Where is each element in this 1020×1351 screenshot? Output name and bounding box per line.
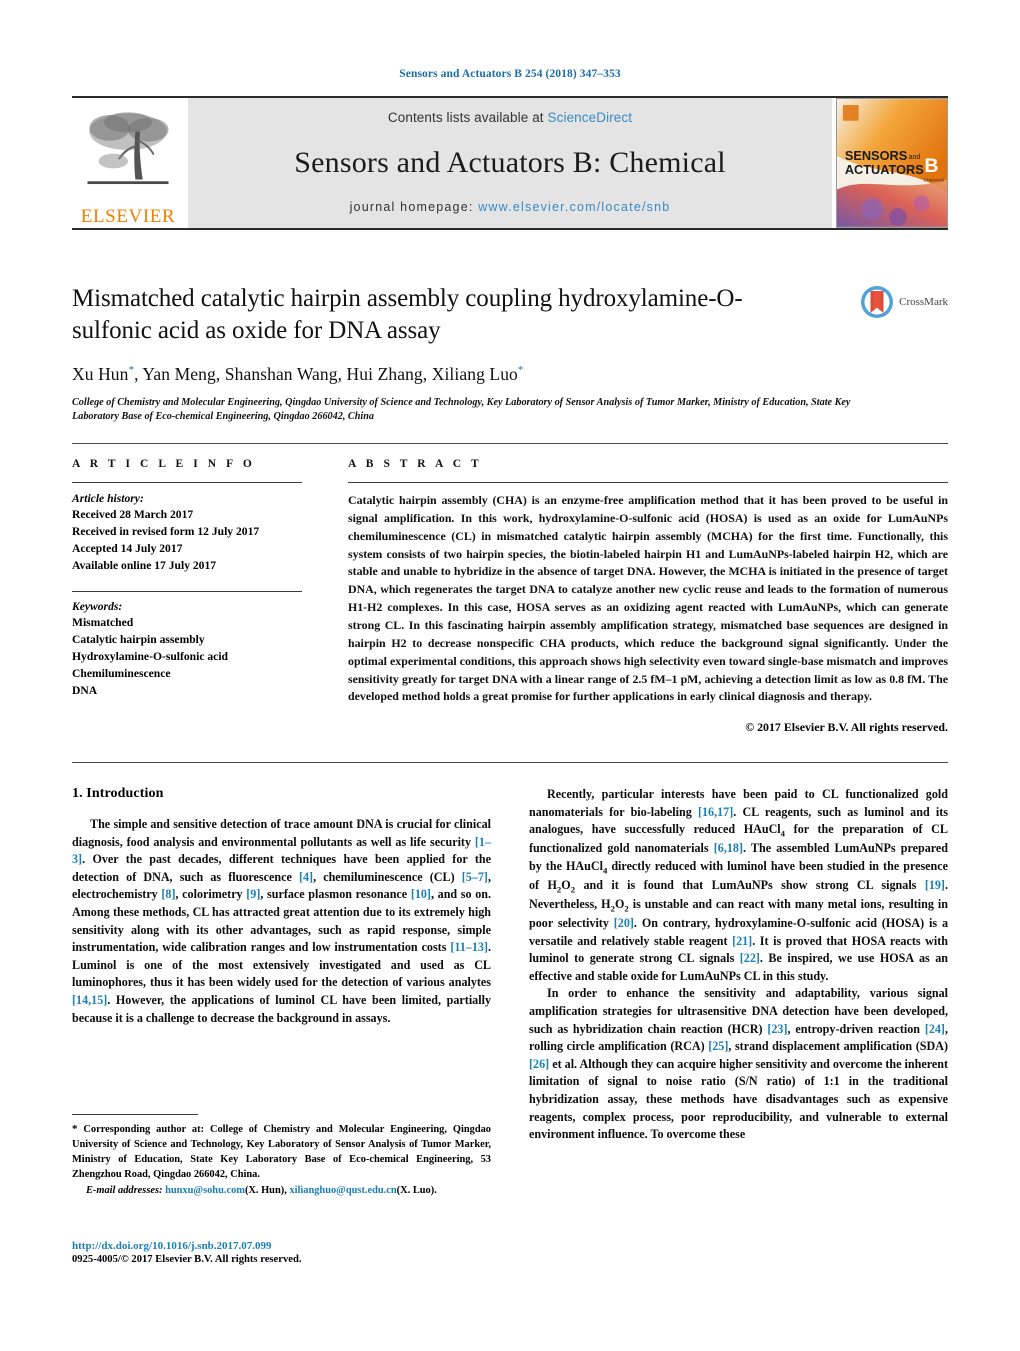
keyword-item: Catalytic hairpin assembly [72, 632, 205, 646]
email-addresses-line: E-mail addresses: hunxu@sohu.com(X. Hun)… [86, 1184, 437, 1196]
sciencedirect-link[interactable]: ScienceDirect [548, 110, 633, 125]
keyword-item: Hydroxylamine-O-sulfonic acid [72, 649, 228, 663]
doi-link[interactable]: http://dx.doi.org/10.1016/j.snb.2017.07.… [72, 1240, 512, 1252]
email-link-2[interactable]: xilianghuo@qust.edu.cn [289, 1185, 396, 1196]
keyword-item: Mismatched [72, 615, 134, 629]
history-item: Accepted 14 July 2017 [72, 542, 183, 556]
cover-art-icon: SENSORS and ACTUATORS B Chemical [837, 99, 947, 227]
journal-band: Contents lists available at ScienceDirec… [188, 98, 832, 228]
svg-text:B: B [924, 155, 938, 177]
elsevier-tree-icon [87, 112, 169, 185]
abstract-text: Catalytic hairpin assembly (CHA) is an e… [348, 493, 948, 704]
homepage-prefix: journal homepage: [349, 200, 479, 214]
abstract-column: A B S T R A C T Catalytic hairpin assemb… [322, 458, 948, 735]
author-names: Xu Hun*, Yan Meng, Shanshan Wang, Hui Zh… [72, 364, 524, 384]
crossmark-label: CrossMark [899, 296, 948, 308]
email-person-1: (X. Hun) [244, 1184, 285, 1196]
right-column: Recently, particular interests have been… [529, 786, 948, 1144]
svg-text:and: and [909, 154, 921, 161]
issn-copyright-line: 0925-4005/© 2017 Elsevier B.V. All right… [72, 1254, 302, 1265]
svg-text:SENSORS: SENSORS [845, 148, 907, 163]
keywords-rule [72, 590, 302, 592]
email-label: E-mail addresses: [86, 1184, 163, 1196]
paragraph: In order to enhance the sensitivity and … [529, 986, 948, 1142]
journal-masthead: ELSEVIER Contents lists available at Sci… [72, 96, 948, 228]
paper-page: Sensors and Actuators B 254 (2018) 347–3… [0, 0, 1020, 1351]
title-block: Mismatched catalytic hairpin assembly co… [72, 283, 948, 425]
info-top-rule [72, 443, 948, 444]
elsevier-logo: ELSEVIER [72, 98, 184, 228]
elsevier-wordmark: ELSEVIER [80, 206, 176, 227]
article-history-label: Article history: [72, 492, 144, 505]
history-item: Received 28 March 2017 [72, 508, 194, 521]
section-heading-introduction: 1. Introduction [72, 786, 164, 801]
body-columns: 1. Introduction The simple and sensitive… [72, 786, 948, 1144]
email-link-1[interactable]: hunxu@sohu.com [165, 1185, 245, 1196]
article-info-heading: A R T I C L E I N F O [72, 458, 256, 470]
crossmark-badge[interactable]: CrossMark [860, 285, 948, 319]
author-list: Xu Hun*, Yan Meng, Shanshan Wang, Hui Zh… [72, 364, 948, 385]
left-column: 1. Introduction The simple and sensitive… [72, 786, 491, 1144]
keyword-item: Chemiluminescence [72, 667, 171, 681]
history-item: Received in revised form 12 July 2017 [72, 525, 260, 539]
page-title: Mismatched catalytic hairpin assembly co… [72, 285, 743, 344]
masthead-bottom-rule [72, 228, 948, 231]
abstract-rule [348, 482, 948, 483]
abstract-copyright: © 2017 Elsevier B.V. All rights reserved… [745, 720, 948, 735]
contents-prefix: Contents lists available at [387, 110, 548, 125]
article-info-column: A R T I C L E I N F O Article history: R… [72, 458, 322, 735]
homepage-link[interactable]: www.elsevier.com/locate/snb [478, 200, 670, 214]
footnote-rule [72, 1114, 198, 1115]
svg-text:Chemical: Chemical [923, 178, 943, 184]
article-info-rule [72, 482, 302, 483]
keyword-item: DNA [72, 684, 98, 698]
journal-homepage-line: journal homepage: www.elsevier.com/locat… [350, 200, 671, 214]
affiliation-text: College of Chemistry and Molecular Engin… [72, 397, 851, 423]
paragraph: Recently, particular interests have been… [529, 787, 949, 983]
journal-title: Sensors and Actuators B: Chemical [294, 145, 726, 179]
doi-block: http://dx.doi.org/10.1016/j.snb.2017.07.… [72, 1240, 512, 1265]
info-abstract-section: A R T I C L E I N F O Article history: R… [72, 458, 948, 735]
paragraph: The simple and sensitive detection of tr… [72, 817, 491, 1025]
journal-cover-thumbnail: SENSORS and ACTUATORS B Chemical [836, 98, 948, 228]
corresponding-author-footnote: * Corresponding author at: College of Ch… [72, 1114, 491, 1199]
history-item: Available online 17 July 2017 [72, 559, 217, 573]
running-head: Sensors and Actuators B 254 (2018) 347–3… [399, 68, 621, 80]
body-top-rule [72, 762, 948, 763]
keywords-block: Keywords: Mismatched Catalytic hairpin a… [72, 590, 302, 700]
corresponding-author-text: * Corresponding author at: College of Ch… [72, 1122, 491, 1180]
abstract-heading: A B S T R A C T [348, 458, 483, 470]
crossmark-icon [861, 286, 894, 318]
svg-text:ACTUATORS: ACTUATORS [845, 162, 924, 177]
email-person-2: (X. Luo) [396, 1184, 435, 1196]
contents-available-line: Contents lists available at ScienceDirec… [388, 110, 632, 125]
keywords-label: Keywords: [72, 599, 123, 613]
